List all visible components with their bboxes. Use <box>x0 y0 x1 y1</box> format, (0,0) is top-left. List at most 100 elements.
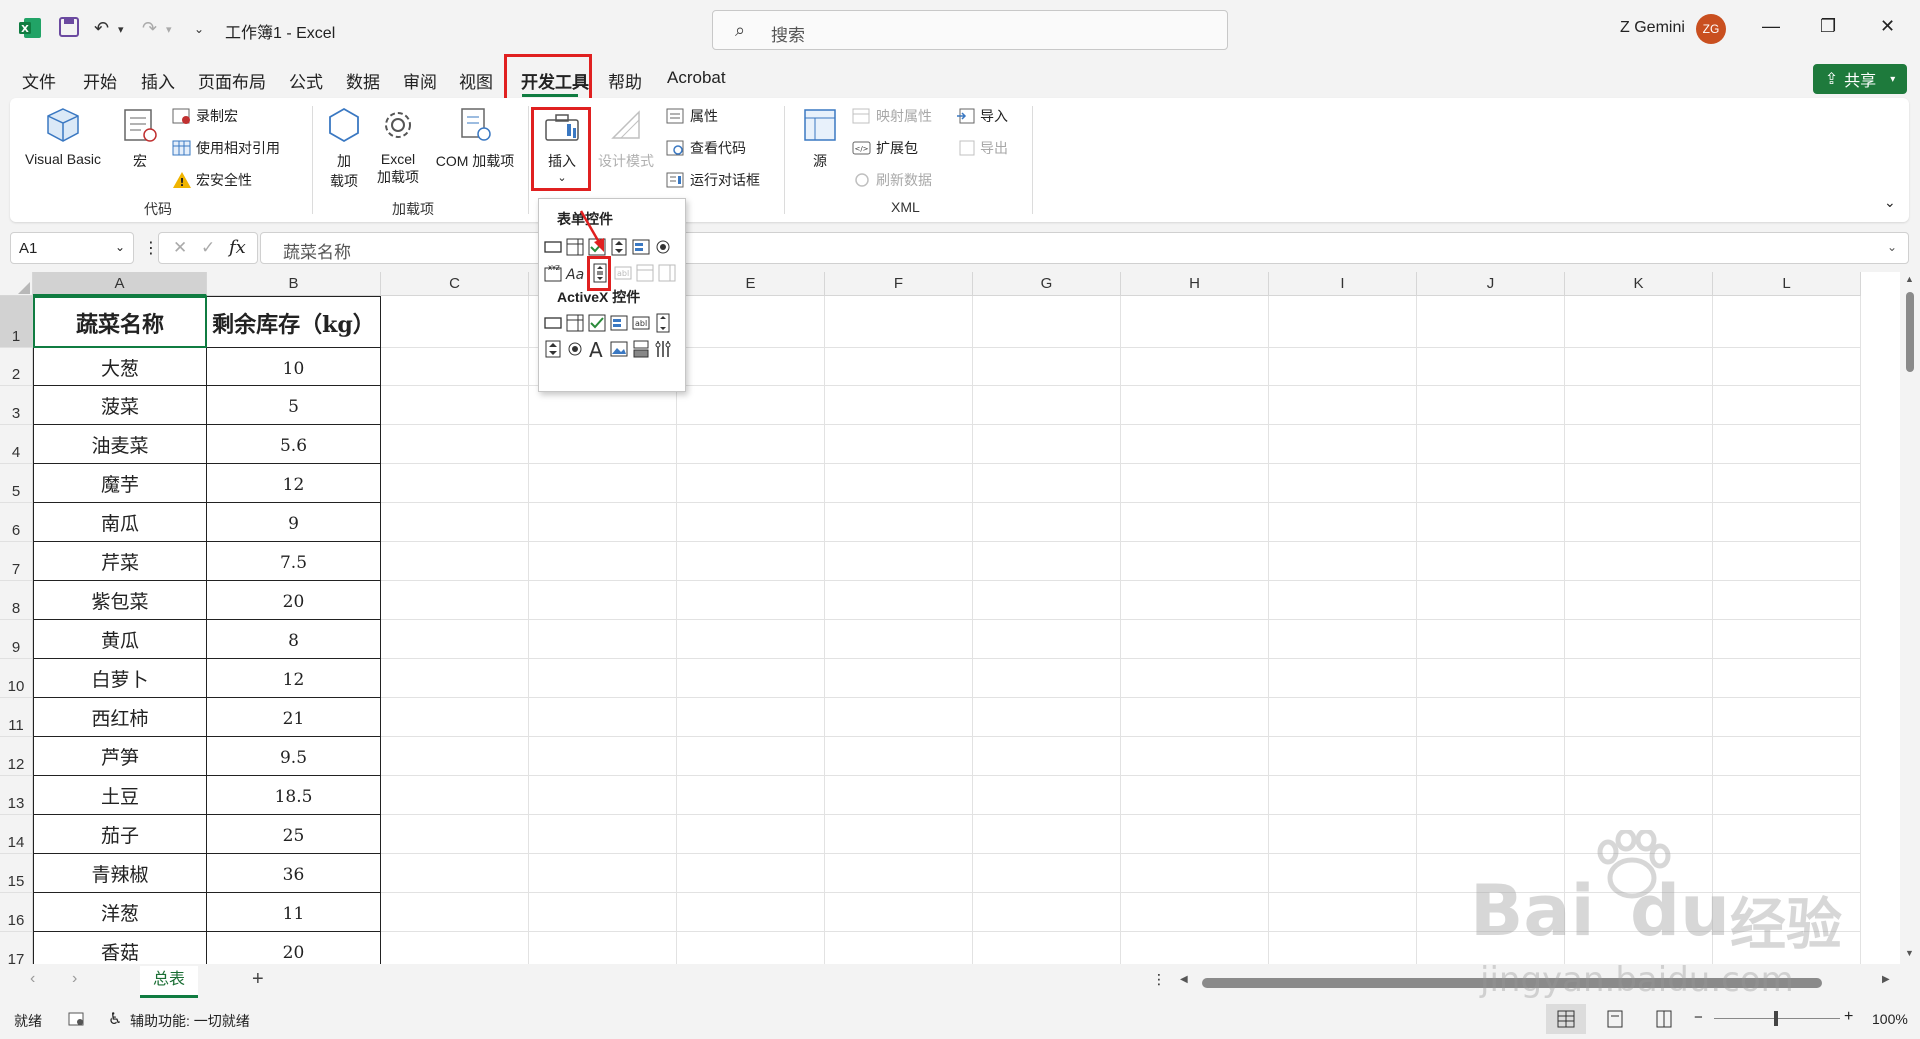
column-header-g[interactable]: G <box>973 272 1121 296</box>
redo-dropdown-icon[interactable]: ▾ <box>166 23 172 36</box>
activex-combo-box-icon[interactable] <box>565 313 585 333</box>
cell-l12[interactable] <box>1713 737 1861 776</box>
cell-c17[interactable] <box>381 932 529 964</box>
cell-c14[interactable] <box>381 815 529 854</box>
vegetable-name-cell[interactable]: 香菇 <box>33 932 207 964</box>
cell-d7[interactable] <box>529 542 677 581</box>
cell-c8[interactable] <box>381 581 529 620</box>
cell-j7[interactable] <box>1417 542 1565 581</box>
cell-j10[interactable] <box>1417 659 1565 698</box>
cell-k12[interactable] <box>1565 737 1713 776</box>
cell-f12[interactable] <box>825 737 973 776</box>
column-header-h[interactable]: H <box>1121 272 1269 296</box>
row-header-8[interactable]: 8 <box>0 581 33 620</box>
cell-c11[interactable] <box>381 698 529 737</box>
activex-scroll-bar-icon[interactable] <box>653 313 673 333</box>
cell-h4[interactable] <box>1121 425 1269 464</box>
zoom-out-icon[interactable]: − <box>1694 1009 1703 1026</box>
spin-button-icon[interactable] <box>609 237 629 257</box>
cell-k3[interactable] <box>1565 386 1713 425</box>
cell-g6[interactable] <box>973 503 1121 542</box>
stock-cell[interactable]: 8 <box>207 620 381 659</box>
cell-f15[interactable] <box>825 854 973 893</box>
cell-e14[interactable] <box>677 815 825 854</box>
cell-l10[interactable] <box>1713 659 1861 698</box>
tab-data[interactable]: 数据 <box>346 68 380 93</box>
row-header-14[interactable]: 14 <box>0 815 33 854</box>
stock-cell[interactable]: 20 <box>207 932 381 964</box>
formula-input[interactable]: 蔬菜名称 ⌄ <box>260 232 1909 264</box>
row-header-6[interactable]: 6 <box>0 503 33 542</box>
cell-d9[interactable] <box>529 620 677 659</box>
select-all-corner[interactable] <box>0 272 33 296</box>
redo-icon[interactable]: ↷ <box>142 18 157 39</box>
cell-c7[interactable] <box>381 542 529 581</box>
cell-j4[interactable] <box>1417 425 1565 464</box>
undo-icon[interactable]: ↶ <box>94 18 109 39</box>
stock-cell[interactable]: 7.5 <box>207 542 381 581</box>
row-header-5[interactable]: 5 <box>0 464 33 503</box>
cell-g9[interactable] <box>973 620 1121 659</box>
cell-h17[interactable] <box>1121 932 1269 964</box>
row-header-12[interactable]: 12 <box>0 737 33 776</box>
column-header-e[interactable]: E <box>677 272 825 296</box>
view-code-button[interactable]: 查看代码 <box>666 138 746 158</box>
cell-d8[interactable] <box>529 581 677 620</box>
cell-g14[interactable] <box>973 815 1121 854</box>
cell-h6[interactable] <box>1121 503 1269 542</box>
cell-l2[interactable] <box>1713 348 1861 386</box>
prev-sheet-icon[interactable]: ‹ <box>30 970 35 988</box>
row-header-11[interactable]: 11 <box>0 698 33 737</box>
cell-e12[interactable] <box>677 737 825 776</box>
row-header-7[interactable]: 7 <box>0 542 33 581</box>
column-header-f[interactable]: F <box>825 272 973 296</box>
cell-i10[interactable] <box>1269 659 1417 698</box>
activex-image-icon[interactable] <box>609 339 629 359</box>
row-header-9[interactable]: 9 <box>0 620 33 659</box>
cell-g7[interactable] <box>973 542 1121 581</box>
scroll-left-icon[interactable]: ◀ <box>1180 974 1188 985</box>
cell-e9[interactable] <box>677 620 825 659</box>
cell-h14[interactable] <box>1121 815 1269 854</box>
vegetable-name-cell[interactable]: 芹菜 <box>33 542 207 581</box>
map-properties-button[interactable]: 映射属性 <box>852 106 932 126</box>
group-box-icon[interactable]: XYZ <box>543 263 563 283</box>
tab-view[interactable]: 视图 <box>459 68 493 93</box>
cell-i5[interactable] <box>1269 464 1417 503</box>
customize-toolbar-icon[interactable]: ⌄ <box>194 22 204 36</box>
cell-j11[interactable] <box>1417 698 1565 737</box>
cell-e2[interactable] <box>677 348 825 386</box>
column-header-k[interactable]: K <box>1565 272 1713 296</box>
cell-e10[interactable] <box>677 659 825 698</box>
activex-spin-button-icon[interactable] <box>543 339 563 359</box>
design-mode-button[interactable]: 设计模式 <box>592 106 660 171</box>
cell-c6[interactable] <box>381 503 529 542</box>
column-header-a[interactable]: A <box>33 272 207 296</box>
refresh-data-button[interactable]: 刷新数据 <box>852 170 932 190</box>
stock-cell[interactable]: 10 <box>207 348 381 386</box>
page-break-view-icon[interactable] <box>1655 1010 1673 1028</box>
cell-l5[interactable] <box>1713 464 1861 503</box>
next-sheet-icon[interactable]: › <box>72 970 77 988</box>
cell-h13[interactable] <box>1121 776 1269 815</box>
cell-e15[interactable] <box>677 854 825 893</box>
stock-cell[interactable]: 20 <box>207 581 381 620</box>
cell-g2[interactable] <box>973 348 1121 386</box>
cancel-icon[interactable]: ✕ <box>173 238 187 258</box>
stock-cell[interactable]: 9 <box>207 503 381 542</box>
tab-help[interactable]: 帮助 <box>608 68 642 93</box>
activex-button-icon[interactable] <box>543 313 563 333</box>
cell-i12[interactable] <box>1269 737 1417 776</box>
activex-label-icon[interactable]: A <box>587 339 607 359</box>
add-sheet-icon[interactable]: + <box>252 968 264 991</box>
row-header-4[interactable]: 4 <box>0 425 33 464</box>
row-header-3[interactable]: 3 <box>0 386 33 425</box>
cell-f11[interactable] <box>825 698 973 737</box>
header-cell[interactable]: 蔬菜名称 <box>33 296 207 348</box>
vertical-scrollbar[interactable]: ▲ ▼ <box>1900 272 1920 964</box>
xml-source-button[interactable]: 源 <box>798 106 842 171</box>
vegetable-name-cell[interactable]: 西红柿 <box>33 698 207 737</box>
undo-dropdown-icon[interactable]: ▾ <box>118 23 124 36</box>
cell-f2[interactable] <box>825 348 973 386</box>
cell-j8[interactable] <box>1417 581 1565 620</box>
